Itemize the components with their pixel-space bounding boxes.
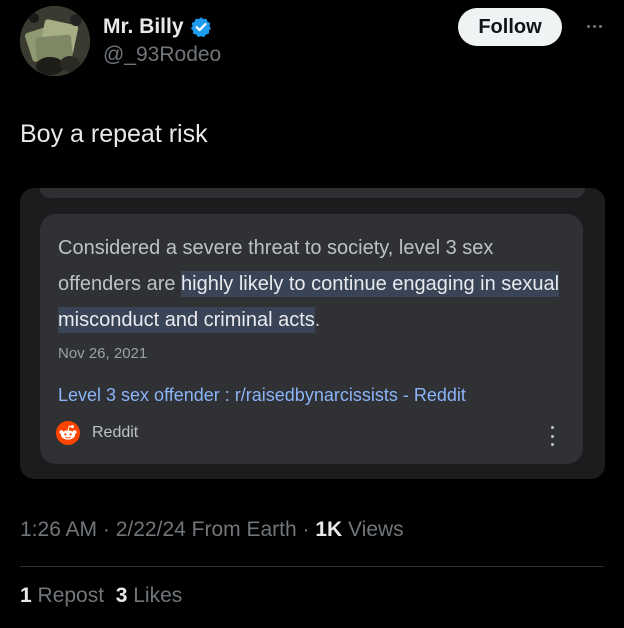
engagement-stats: 1 Repost 3 Likes [20,584,182,608]
more-dot [592,24,596,28]
kebab-dot [550,434,554,438]
more-dot [586,24,590,28]
tweet-time[interactable]: 1:26 AM [20,518,97,541]
author-display-name-row[interactable]: Mr. Billy [103,14,221,40]
follow-button[interactable]: Follow [458,8,562,46]
meta-separator: · [97,518,116,541]
reposts-link[interactable]: 1 Repost [20,584,104,607]
featured-snippet-text: Considered a severe threat to society, l… [58,230,568,338]
reposts-label: Repost [31,584,105,607]
reposts-count: 1 [20,584,32,607]
kebab-dot [550,426,554,429]
likes-label: Likes [127,584,183,607]
snippet-text-end: . [314,309,321,331]
verified-badge-icon[interactable] [190,16,212,38]
snippet-date: Nov 26, 2021 [58,345,148,362]
likes-link[interactable]: 3 Likes [116,584,183,607]
avatar-image [20,6,90,76]
media-top-strip [40,188,585,198]
author-names: Mr. Billy @_93Rodeo [103,14,221,68]
divider [20,566,604,567]
result-title-link: Level 3 sex offender : r/raisedbynarciss… [58,385,466,405]
likes-count: 3 [115,584,128,607]
tweet-source: From Earth [185,518,297,541]
avatar[interactable] [20,6,90,76]
author-handle[interactable]: @_93Rodeo [103,42,221,68]
meta-separator: · [296,518,316,541]
author-display-name[interactable]: Mr. Billy [103,14,184,40]
more-horizontal-icon[interactable] [580,16,608,36]
tweet-text: Boy a repeat risk [20,120,208,148]
kebab-dot [550,443,554,446]
tweet-meta: 1:26 AM · 2/22/24 From Earth · 1K Views [20,518,404,542]
tweet-media-image[interactable]: Considered a severe threat to society, l… [20,188,605,479]
views-label: Views [342,518,404,541]
result-source-row: Reddit [56,421,138,445]
reddit-icon [56,421,80,445]
result-source-name: Reddit [92,424,139,441]
more-vertical-icon [549,426,555,446]
tweet-date[interactable]: 2/22/24 [116,518,186,541]
views-count: 1K [315,518,343,541]
more-dot [598,24,602,28]
search-result-card: Considered a severe threat to society, l… [40,214,583,464]
tweet-header: Mr. Billy @_93Rodeo Follow [20,6,608,78]
